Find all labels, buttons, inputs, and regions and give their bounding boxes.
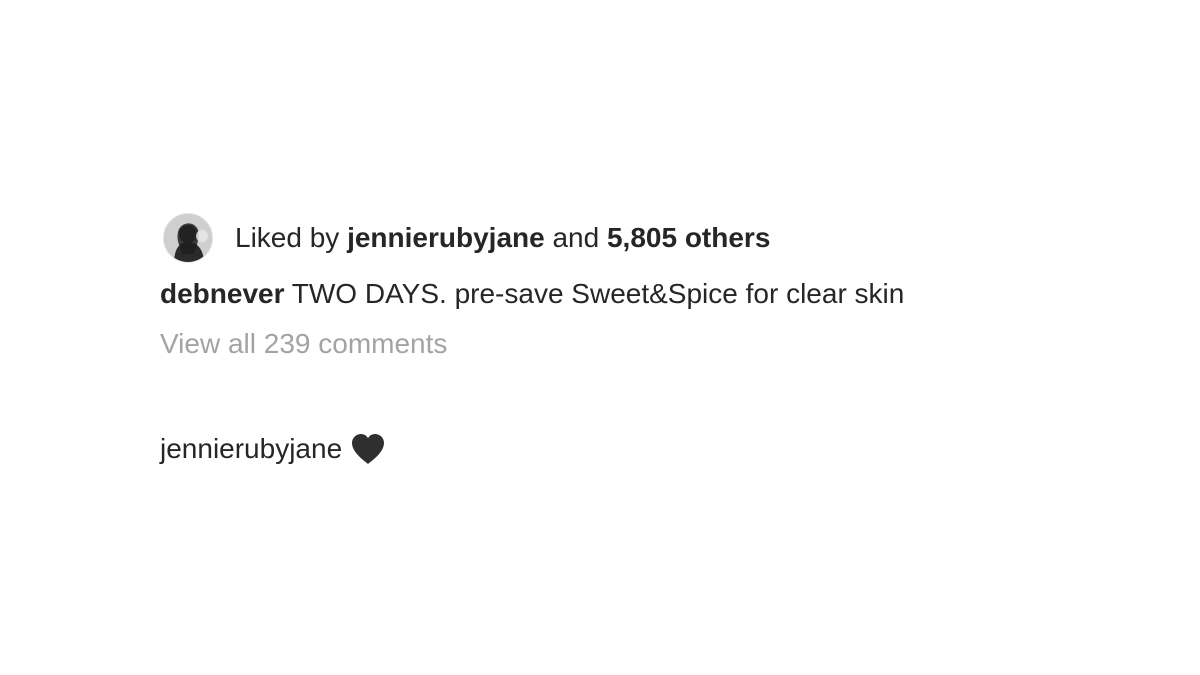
likes-others-count[interactable]: 5,805 others: [607, 222, 770, 253]
caption-username[interactable]: debnever: [160, 278, 285, 309]
avatar-photo-icon: [164, 214, 212, 262]
comment-username[interactable]: jennierubyjane: [160, 435, 342, 463]
caption: debnever TWO DAYS. pre-save Sweet&Spice …: [160, 280, 1060, 308]
post-meta: Liked by jennierubyjane and 5,805 others…: [160, 212, 1060, 358]
likes-row: Liked by jennierubyjane and 5,805 others: [160, 212, 1060, 264]
view-all-comments-link[interactable]: View all 239 comments: [160, 330, 447, 358]
caption-text: TWO DAYS. pre-save Sweet&Spice for clear…: [284, 278, 905, 309]
likes-prefix: Liked by: [235, 222, 348, 253]
likes-summary: Liked by jennierubyjane and 5,805 others: [235, 224, 770, 252]
black-heart-icon: [350, 433, 386, 465]
liker-username[interactable]: jennierubyjane: [347, 222, 545, 253]
likes-connector: and: [544, 222, 607, 253]
liker-avatar[interactable]: [163, 213, 213, 263]
comment-item: jennierubyjane: [160, 433, 386, 465]
